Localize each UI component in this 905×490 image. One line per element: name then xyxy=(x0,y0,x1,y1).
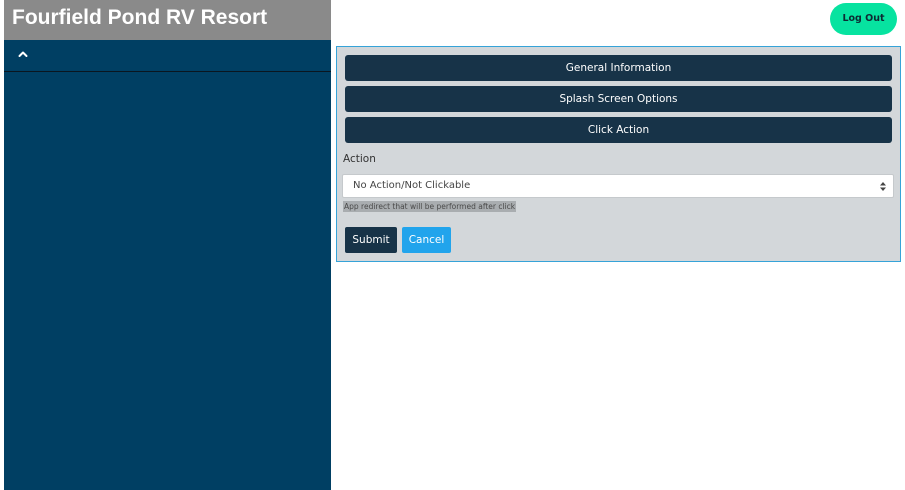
select-arrows-icon xyxy=(880,182,886,191)
splash-screen-options-button[interactable]: Splash Screen Options xyxy=(345,86,892,112)
general-information-button[interactable]: General Information xyxy=(345,55,892,81)
cancel-button[interactable]: Cancel xyxy=(402,227,451,253)
action-select[interactable]: No Action/Not Clickable xyxy=(342,174,894,198)
submit-button[interactable]: Submit xyxy=(345,227,397,253)
action-select-value: No Action/Not Clickable xyxy=(353,180,471,191)
chevron-up-icon xyxy=(18,51,28,57)
action-field-label: Action xyxy=(343,153,376,165)
app-title: Fourfield Pond RV Resort xyxy=(4,0,331,40)
sidebar-collapse-toggle[interactable] xyxy=(4,40,331,72)
sidebar xyxy=(4,40,331,490)
action-help-text: App redirect that will be performed afte… xyxy=(343,201,517,212)
logout-button[interactable]: Log Out xyxy=(830,3,897,35)
click-action-button[interactable]: Click Action xyxy=(345,117,892,143)
settings-panel: General Information Splash Screen Option… xyxy=(336,46,901,262)
